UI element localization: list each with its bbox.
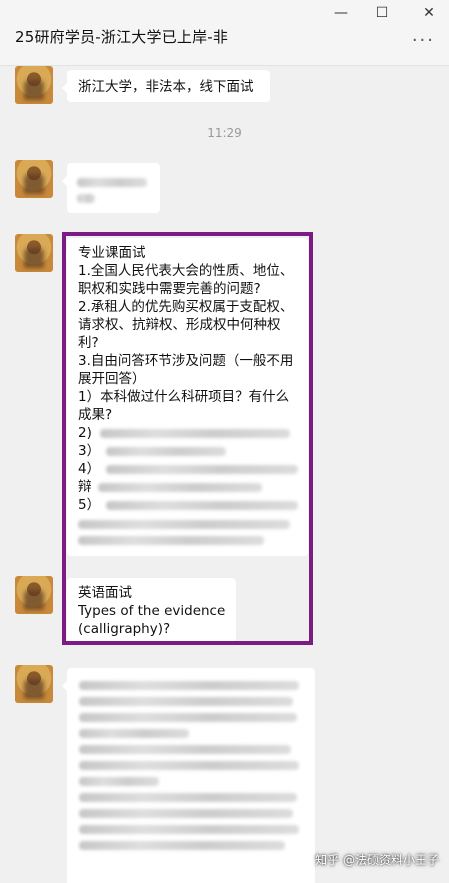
message-line: 请求权、抗辩权、形成权中何种权	[78, 317, 281, 333]
message-line: 1.全国人民代表大会的性质、地位、	[78, 263, 294, 279]
message-line: (calligraphy)?	[78, 621, 171, 637]
chat-title: 25研府学员-浙江大学已上岸-非	[15, 28, 229, 46]
english-interview-bubble: 英语面试 Types of the evidence (calligraphy)…	[62, 578, 236, 642]
message-line: 3.自由问答环节涉及问题（一般不用	[78, 353, 294, 369]
redacted-text	[79, 713, 297, 722]
professional-interview-bubble: 专业课面试 1.全国人民代表大会的性质、地位、 职权和实践中需要完善的问题? 2…	[62, 238, 308, 556]
message-line: 3）	[78, 443, 101, 459]
redacted-text	[79, 809, 293, 818]
message-line: 5）	[78, 497, 101, 513]
redacted-text	[78, 536, 264, 545]
message-line: 利?	[78, 335, 99, 351]
message-line: Types of the evidence	[78, 603, 226, 619]
message-line: 专业课面试	[78, 245, 146, 261]
redacted-text	[79, 777, 159, 786]
message-line: 成果?	[78, 407, 113, 423]
message-line: 2.承租人的优先购买权属于支配权、	[78, 299, 294, 315]
avatar[interactable]	[15, 665, 53, 703]
redacted-text	[97, 482, 262, 492]
redacted-text	[77, 178, 147, 187]
message-line: 辩	[78, 479, 92, 495]
redacted-text	[79, 825, 299, 834]
redacted-text	[77, 194, 95, 203]
message-line: 展开回答）	[78, 371, 146, 387]
timestamp: 11:29	[207, 126, 242, 140]
title-bar: 25研府学员-浙江大学已上岸-非 — ☐ ✕ ···	[0, 0, 449, 66]
redacted-text	[106, 446, 227, 456]
watermark: 知乎 @法硕资料小王子	[315, 853, 439, 867]
blurred-message-bubble	[62, 163, 160, 213]
redacted-text	[79, 841, 285, 850]
blurred-message-bubble	[62, 668, 315, 883]
more-icon[interactable]: ···	[412, 32, 435, 50]
avatar[interactable]	[15, 234, 53, 272]
redacted-text	[79, 793, 297, 802]
redacted-text	[79, 761, 299, 770]
close-icon[interactable]: ✕	[414, 2, 444, 24]
redacted-text	[106, 464, 298, 474]
redacted-text	[79, 729, 189, 738]
redacted-text	[79, 697, 293, 706]
message-bubble: 浙江大学，非法本，线下面试	[62, 70, 270, 102]
message-text: 浙江大学，非法本，线下面试	[78, 79, 254, 95]
minimize-icon[interactable]: —	[326, 2, 356, 24]
message-line: 职权和实践中需要完善的问题?	[78, 281, 261, 297]
avatar[interactable]	[15, 160, 53, 198]
redacted-text	[99, 428, 290, 438]
redacted-text	[79, 745, 291, 754]
avatar[interactable]	[15, 576, 53, 614]
redacted-text	[78, 520, 290, 529]
message-line: 4）	[78, 461, 101, 477]
message-line: 2)	[78, 425, 92, 441]
message-line: 英语面试	[78, 585, 132, 601]
redacted-text	[106, 500, 298, 510]
avatar[interactable]	[15, 66, 53, 104]
message-line: 1）本科做过什么科研项目？有什么	[78, 389, 290, 405]
redacted-text	[79, 681, 299, 690]
maximize-icon[interactable]: ☐	[367, 2, 397, 24]
